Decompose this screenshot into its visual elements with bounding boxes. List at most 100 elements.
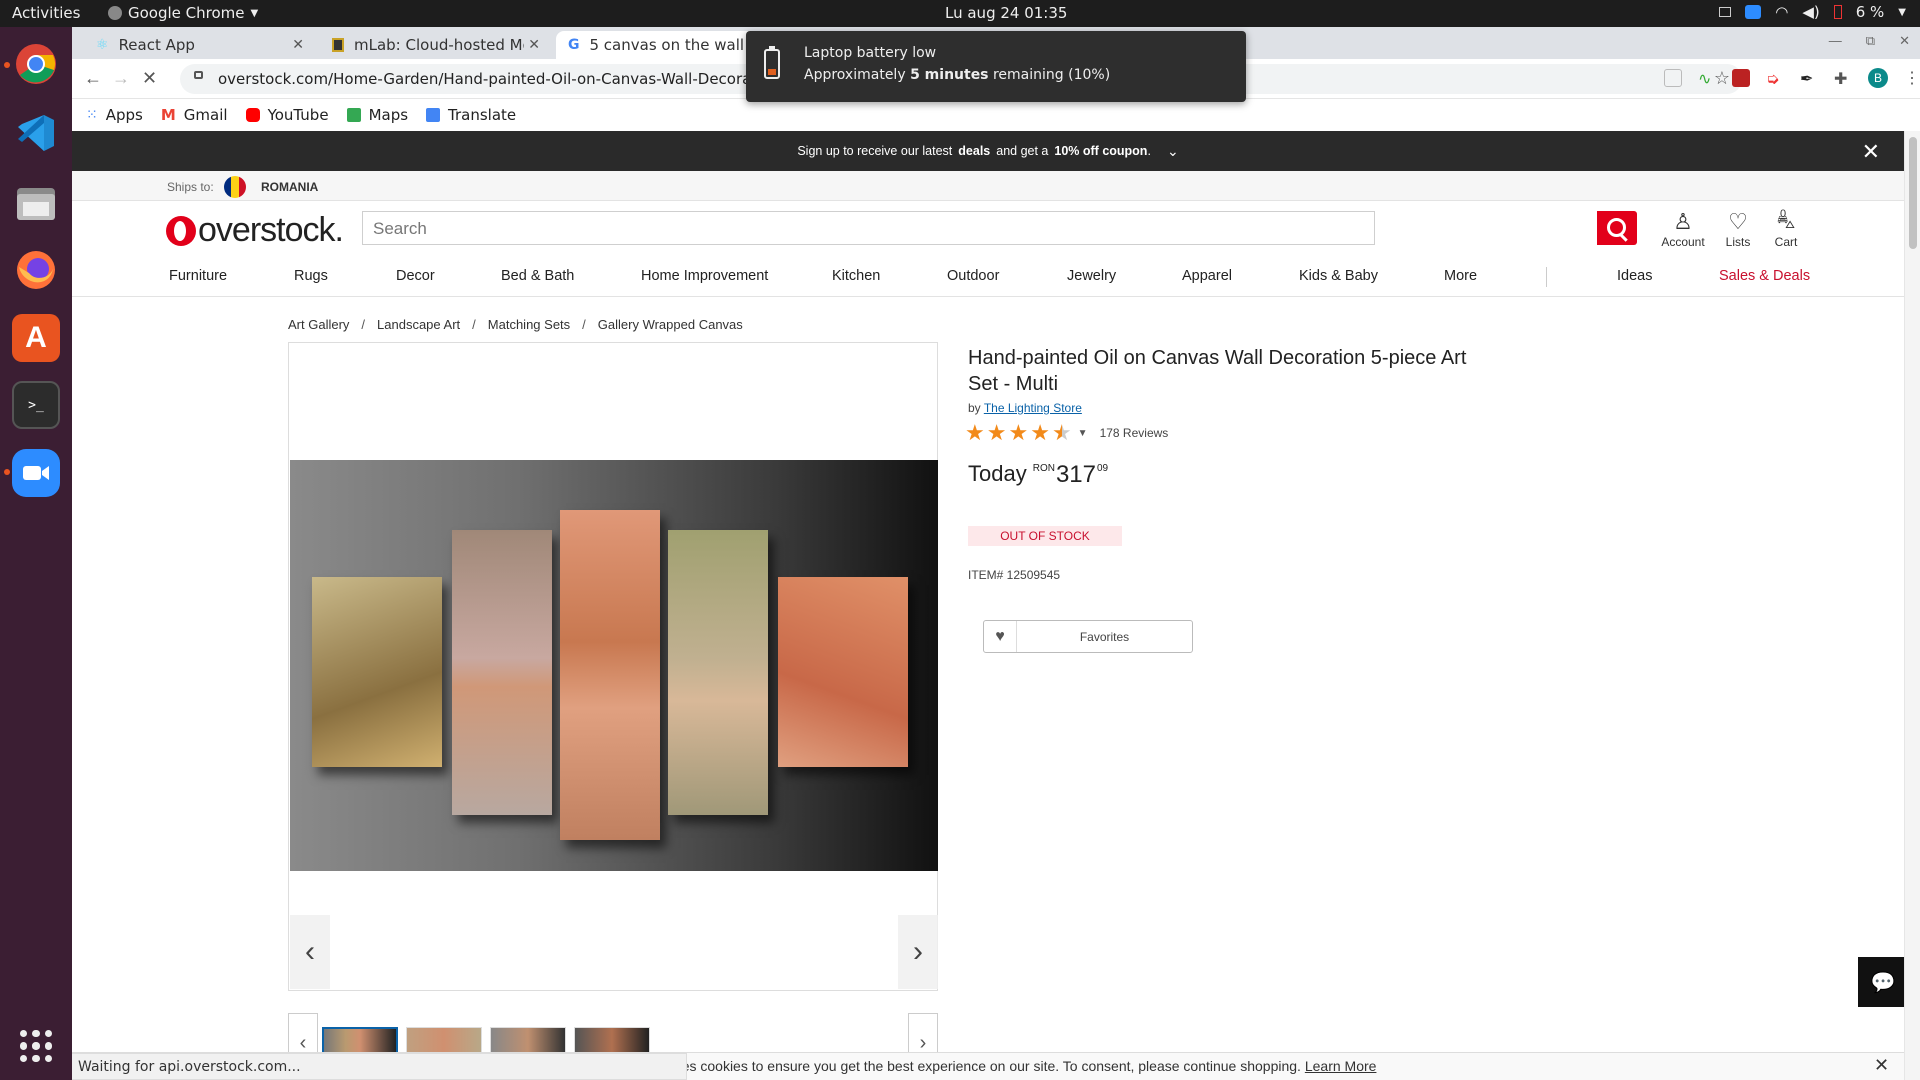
close-window-icon[interactable]: ✕ <box>1899 33 1910 49</box>
account-button[interactable]: ♙ Account <box>1660 209 1706 249</box>
nav-sales-deals[interactable]: Sales & Deals <box>1719 268 1810 284</box>
extension-icon[interactable] <box>1664 69 1682 87</box>
overstock-logo[interactable]: overstock. <box>166 211 344 250</box>
stop-loading-icon[interactable]: ✕ <box>142 68 157 89</box>
romania-flag-icon[interactable] <box>224 176 246 198</box>
close-icon[interactable]: ✕ <box>1862 139 1880 165</box>
window-controls: — ⧉ ✕ <box>1829 33 1910 49</box>
extension-icon[interactable]: ∿ <box>1698 69 1716 88</box>
nav-apparel[interactable]: Apparel <box>1182 268 1232 284</box>
bookmark-gmail[interactable]: M Gmail <box>161 106 228 124</box>
zoom-dock-icon[interactable] <box>12 449 60 497</box>
forward-icon[interactable]: → <box>112 68 130 89</box>
scrollbar-thumb[interactable] <box>1909 137 1917 249</box>
bookmarks-bar: ⁙ Apps M Gmail YouTube Maps Translate <box>72 99 1920 131</box>
bookmark-translate[interactable]: Translate <box>426 106 516 124</box>
star-rating[interactable]: ★ ★ ★ ★ ★ ▼ 178 Reviews <box>965 420 1168 446</box>
nav-decor[interactable]: Decor <box>396 268 435 284</box>
translate-icon <box>426 108 441 122</box>
promo-text: Sign up to receive our latest <box>797 144 953 158</box>
search-button[interactable] <box>1597 211 1637 245</box>
prev-image-button[interactable]: ‹ <box>290 915 330 989</box>
nav-kids-baby[interactable]: Kids & Baby <box>1299 268 1378 284</box>
wifi-icon: ◠ <box>1775 3 1789 21</box>
clock[interactable]: Lu aug 24 01:35 <box>945 4 1067 22</box>
item-number: ITEM# 12509545 <box>968 568 1061 582</box>
system-tray[interactable]: ◠ ◀) 6 % ▼ <box>1719 3 1906 21</box>
chat-icon: 💬 <box>1870 971 1896 994</box>
chat-button[interactable]: 💬 <box>1858 957 1908 1007</box>
bookmark-label: Maps <box>368 106 409 124</box>
battery-low-notification[interactable]: Laptop battery low Approximately 5 minut… <box>746 31 1246 102</box>
google-icon: G <box>568 37 580 53</box>
menu-kebab-icon[interactable]: ⋮ <box>1904 68 1920 88</box>
show-apps-grid-icon[interactable] <box>20 1030 52 1062</box>
nav-bed-bath[interactable]: Bed & Bath <box>501 268 574 284</box>
close-tab-icon[interactable]: ✕ <box>528 37 540 53</box>
app-menu[interactable]: Google Chrome ▼ <box>108 4 258 22</box>
page-scrollbar[interactable] <box>1904 131 1920 1080</box>
next-image-button[interactable]: › <box>898 915 938 989</box>
breadcrumb-item[interactable]: Art Gallery <box>288 317 349 332</box>
extension-icon[interactable]: ➭ <box>1766 69 1784 88</box>
nav-more[interactable]: More <box>1444 268 1477 284</box>
product-image[interactable] <box>290 460 938 871</box>
maps-icon <box>346 108 361 122</box>
back-icon[interactable]: ← <box>84 68 102 89</box>
breadcrumb-item[interactable]: Gallery Wrapped Canvas <box>598 317 743 332</box>
files-dock-icon[interactable] <box>12 178 60 226</box>
minimize-icon[interactable]: — <box>1829 33 1842 49</box>
chrome-dock-icon[interactable] <box>12 40 60 88</box>
bookmark-maps[interactable]: Maps <box>346 106 409 124</box>
maximize-icon[interactable]: ⧉ <box>1866 33 1875 49</box>
activities-button[interactable]: Activities <box>12 4 80 22</box>
product-title: Hand-painted Oil on Canvas Wall Decorati… <box>968 347 1467 395</box>
bookmark-youtube[interactable]: YouTube <box>245 106 329 124</box>
close-tab-icon[interactable]: ✕ <box>292 37 304 53</box>
promo-deals: deals <box>958 144 991 158</box>
nav-outdoor[interactable]: Outdoor <box>947 268 999 284</box>
bookmark-apps[interactable]: ⁙ Apps <box>86 106 143 124</box>
profile-avatar[interactable]: B <box>1868 68 1888 88</box>
breadcrumb-separator: / <box>472 317 476 332</box>
star-icon: ★ <box>1008 420 1029 445</box>
bookmark-label: Apps <box>105 106 143 124</box>
nav-home-improvement[interactable]: Home Improvement <box>641 268 768 284</box>
vscode-dock-icon[interactable] <box>12 109 60 157</box>
close-icon[interactable]: ✕ <box>1874 1055 1889 1076</box>
chevron-down-icon[interactable]: ⌄ <box>1167 143 1179 160</box>
breadcrumb-item[interactable]: Landscape Art <box>377 317 460 332</box>
lists-label: Lists <box>1725 235 1751 249</box>
extensions-puzzle-icon[interactable]: ✚ <box>1834 69 1852 88</box>
lock-icon <box>194 71 203 79</box>
breadcrumb-item[interactable]: Matching Sets <box>488 317 570 332</box>
nav-rugs[interactable]: Rugs <box>294 268 328 284</box>
review-count-link[interactable]: 178 Reviews <box>1100 426 1169 440</box>
tab-mlab[interactable]: mLab: Cloud-hosted Mon ✕ <box>320 31 550 59</box>
nav-kitchen[interactable]: Kitchen <box>832 268 880 284</box>
terminal-dock-icon[interactable]: >_ <box>12 381 60 429</box>
learn-more-link[interactable]: Learn More <box>1305 1058 1377 1074</box>
search-input[interactable]: Search <box>362 211 1375 245</box>
nav-jewelry[interactable]: Jewelry <box>1067 268 1116 284</box>
firefox-dock-icon[interactable] <box>12 246 60 294</box>
favorites-button[interactable]: ♥ Favorites <box>983 620 1193 653</box>
nav-ideas[interactable]: Ideas <box>1617 268 1652 284</box>
extension-icon[interactable] <box>1732 69 1750 87</box>
chevron-down-icon: ▼ <box>250 7 259 19</box>
tab-react-app[interactable]: ⚛ React App ✕ <box>84 31 314 59</box>
brand-link[interactable]: The Lighting Store <box>984 401 1082 415</box>
nav-furniture[interactable]: Furniture <box>169 268 227 284</box>
promo-text: . <box>1147 144 1151 158</box>
software-dock-icon[interactable]: A <box>12 314 60 362</box>
ships-to-country[interactable]: ROMANIA <box>261 180 318 194</box>
canvas-panel <box>452 530 552 815</box>
zoom-tray-icon <box>1745 5 1762 19</box>
volume-icon: ◀) <box>1802 3 1820 21</box>
lists-button[interactable]: ♡ Lists <box>1718 209 1758 249</box>
cart-button[interactable]: 0 ⛍ Cart <box>1768 208 1804 249</box>
promo-banner[interactable]: Sign up to receive our latest deals and … <box>72 131 1904 171</box>
react-icon: ⚛ <box>96 37 109 53</box>
chevron-down-icon[interactable]: ▼ <box>1078 428 1088 439</box>
extension-icon[interactable]: ✒ <box>1800 69 1818 88</box>
